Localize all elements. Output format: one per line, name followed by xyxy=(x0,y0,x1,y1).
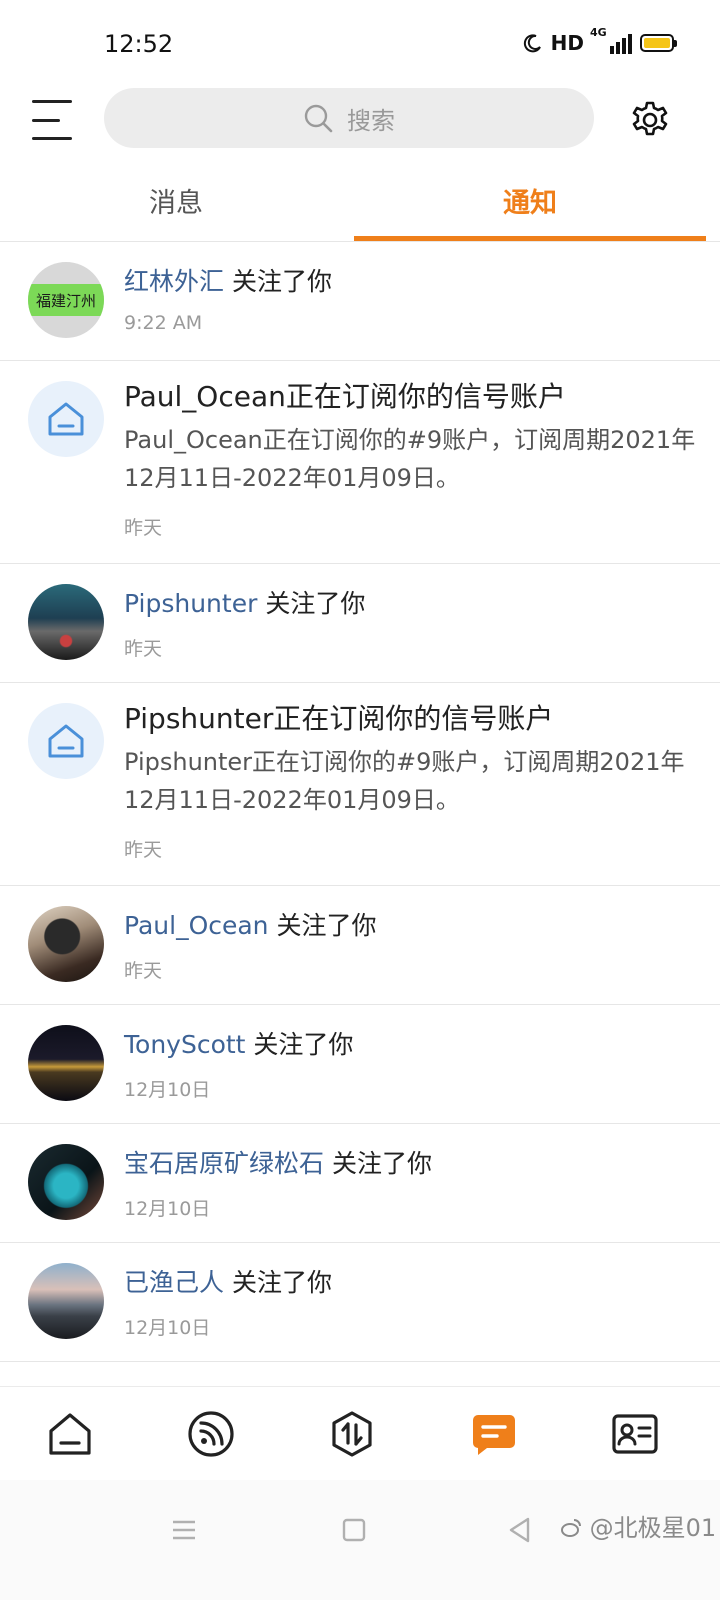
avatar xyxy=(28,381,104,457)
avatar[interactable] xyxy=(28,906,104,982)
follow-text: 关注了你 xyxy=(224,267,332,296)
contact-card-icon xyxy=(612,1414,658,1454)
moon-icon xyxy=(523,34,541,53)
bottom-nav xyxy=(0,1386,720,1480)
home-icon xyxy=(48,402,84,436)
list-item[interactable]: Pipshunter正在订阅你的信号账户 Pipshunter正在订阅你的#9账… xyxy=(0,683,720,886)
home-icon xyxy=(48,724,84,758)
follow-text: 关注了你 xyxy=(245,1030,354,1059)
user-name-link[interactable]: 红林外汇 xyxy=(124,267,224,296)
notification-time: 12月10日 xyxy=(124,1198,211,1220)
avatar[interactable] xyxy=(28,1263,104,1339)
menu-icon-line xyxy=(32,118,60,122)
list-item[interactable]: Paul_Ocean 关注了你 昨天 xyxy=(0,886,720,1005)
list-item[interactable]: 已渔己人 关注了你 12月10日 xyxy=(0,1243,720,1362)
status-icons: HD 4G xyxy=(523,26,677,58)
avatar[interactable] xyxy=(28,584,104,660)
notification-time: 昨天 xyxy=(124,960,163,982)
avatar[interactable] xyxy=(28,1025,104,1101)
back-triangle-icon xyxy=(509,1517,530,1543)
nav-home[interactable] xyxy=(43,1407,97,1461)
list-item[interactable]: TonyScott 关注了你 12月10日 xyxy=(0,1005,720,1124)
back-button[interactable] xyxy=(500,1510,540,1550)
avatar xyxy=(28,703,104,779)
search-icon xyxy=(304,104,333,133)
trade-icon xyxy=(332,1411,372,1457)
home-icon xyxy=(49,1413,91,1455)
notification-time: 9:22 AM xyxy=(124,312,203,334)
home-system-button[interactable] xyxy=(334,1510,374,1550)
notification-title: Pipshunter正在订阅你的信号账户 xyxy=(124,702,554,735)
list-item[interactable]: 宝石居原矿绿松石 关注了你 12月10日 xyxy=(0,1124,720,1243)
signal-icon: 4G xyxy=(590,26,632,54)
list-item[interactable]: 福建汀州 红林外汇 关注了你 9:22 AM xyxy=(0,242,720,361)
tab-active-indicator xyxy=(354,236,706,241)
hd-label: HD xyxy=(550,31,584,55)
user-name-link[interactable]: TonyScott xyxy=(124,1030,245,1059)
follow-text: 关注了你 xyxy=(324,1149,432,1178)
nav-feed[interactable] xyxy=(184,1407,238,1461)
menu-icon-line xyxy=(32,100,72,103)
rss-icon xyxy=(188,1411,234,1457)
tab-bar: 消息 通知 xyxy=(0,168,720,242)
list-item[interactable]: Paul_Ocean正在订阅你的信号账户 Paul_Ocean正在订阅你的#9账… xyxy=(0,361,720,564)
notification-list: 福建汀州 红林外汇 关注了你 9:22 AM Paul_Ocean正在订阅你的信… xyxy=(0,242,720,1362)
gear-icon xyxy=(632,101,668,136)
follow-text: 关注了你 xyxy=(224,1268,332,1297)
user-name-link[interactable]: 宝石居原矿绿松石 xyxy=(124,1149,324,1178)
message-icon xyxy=(473,1415,515,1455)
nav-messages[interactable] xyxy=(467,1407,521,1461)
notification-body: Pipshunter正在订阅你的#9账户，订阅周期2021年12月11日-202… xyxy=(124,748,685,814)
nav-trade[interactable] xyxy=(325,1407,379,1461)
network-label: 4G xyxy=(590,26,607,39)
tab-notices[interactable]: 通知 xyxy=(354,168,706,242)
follow-text: 关注了你 xyxy=(257,589,366,618)
recent-apps-button[interactable] xyxy=(164,1510,204,1550)
menu-button[interactable] xyxy=(30,98,74,142)
watermark-label: @北极星01 xyxy=(589,1514,717,1542)
watermark-text: @北极星01 xyxy=(560,1508,716,1543)
notification-time: 昨天 xyxy=(124,638,163,660)
avatar[interactable]: 福建汀州 xyxy=(28,262,104,338)
notification-body: Paul_Ocean正在订阅你的#9账户，订阅周期2021年12月11日-202… xyxy=(124,426,696,492)
weibo-logo-icon xyxy=(561,1519,581,1537)
notification-time: 12月10日 xyxy=(124,1079,211,1101)
battery-icon xyxy=(640,34,677,52)
search-input[interactable]: 搜索 xyxy=(104,88,594,148)
avatar[interactable] xyxy=(28,1144,104,1220)
status-bar: 12:52 HD 4G xyxy=(0,0,720,88)
notification-time: 昨天 xyxy=(124,839,163,861)
header: 搜索 xyxy=(0,88,720,152)
tab-messages[interactable]: 消息 xyxy=(0,168,352,242)
square-icon xyxy=(342,1518,366,1542)
menu-icon-line xyxy=(32,137,72,140)
notification-time: 12月10日 xyxy=(124,1317,211,1339)
system-nav-bar: @北极星01 xyxy=(0,1480,720,1600)
notification-time: 昨天 xyxy=(124,517,163,539)
menu-icon xyxy=(173,1520,195,1540)
search-placeholder: 搜索 xyxy=(347,106,395,135)
settings-button[interactable] xyxy=(628,98,672,142)
notification-title: Paul_Ocean正在订阅你的信号账户 xyxy=(124,380,566,413)
user-name-link[interactable]: 已渔己人 xyxy=(124,1268,224,1297)
list-item[interactable]: Pipshunter 关注了你 昨天 xyxy=(0,564,720,683)
nav-profile[interactable] xyxy=(608,1407,662,1461)
user-name-link[interactable]: Paul_Ocean xyxy=(124,911,269,940)
follow-text: 关注了你 xyxy=(268,911,377,940)
status-time: 12:52 xyxy=(104,30,174,58)
avatar-logo-text: 福建汀州 xyxy=(28,284,104,316)
user-name-link[interactable]: Pipshunter xyxy=(124,589,257,618)
